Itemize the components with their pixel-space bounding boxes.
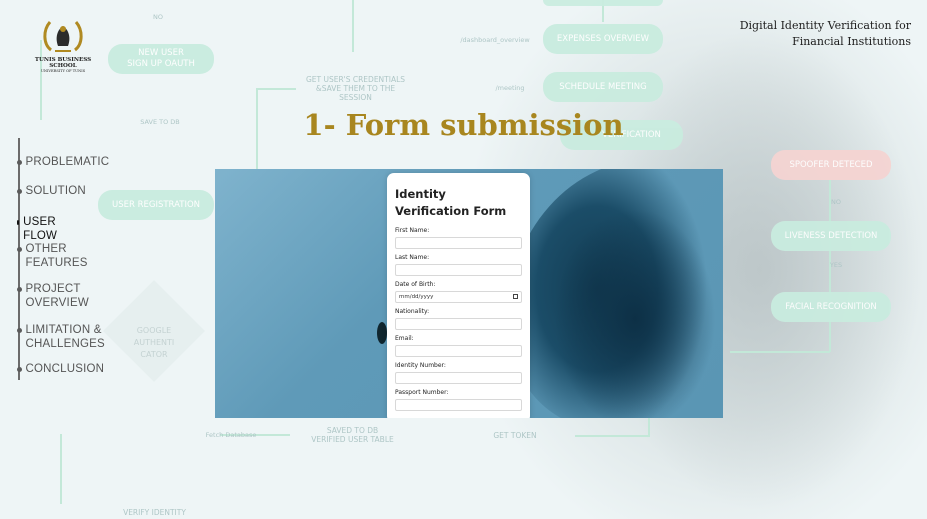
nav-label: SOLUTION xyxy=(25,185,86,197)
presentation-title-line2: Financial Institutions xyxy=(792,35,911,48)
flow-node-schedule-meeting: SCHEDULE MEETING xyxy=(543,72,663,102)
identity-number-label: Identity Number: xyxy=(395,362,446,369)
photo-hair-shadow xyxy=(545,209,723,418)
form-title: Identity Verification Form xyxy=(395,187,507,218)
date-of-birth-input[interactable]: mm/dd/yyyy xyxy=(395,290,522,303)
flow-label-yes: YES xyxy=(829,261,843,269)
nav-bullet xyxy=(16,328,22,333)
flow-label-no: NO xyxy=(831,198,841,206)
flow-label-dashboard-overview: /dashboard_overview xyxy=(460,36,530,44)
flow-connector xyxy=(648,418,650,436)
passport-number-label: Passport Number: xyxy=(395,389,449,396)
laurel-eagle-emblem xyxy=(41,20,85,54)
nav-bullet xyxy=(16,247,22,252)
nav-bullet xyxy=(16,160,22,165)
nav-label: USER FLOW xyxy=(23,216,58,242)
flow-label-fetch-database: Fetch Database xyxy=(205,431,257,439)
flow-node-new-user: NEW USER SIGN UP OAUTH xyxy=(108,44,214,74)
identity-number-input[interactable] xyxy=(395,371,522,384)
flow-node-user-registration: USER REGISTRATION xyxy=(98,190,214,220)
nationality-label: Nationality: xyxy=(395,308,430,315)
logo-subname: UNIVERSITY OF TUNIS xyxy=(40,69,86,73)
passport-number-field-group: Passport Number: xyxy=(395,388,522,411)
tunis-business-school-logo: TUNIS BUSINESS SCHOOL UNIVERSITY OF TUNI… xyxy=(30,20,96,73)
flow-node-top xyxy=(543,0,663,6)
nav-bullet xyxy=(16,189,22,194)
nav-label: PROBLEMATIC xyxy=(25,156,110,168)
flow-connector xyxy=(60,434,62,504)
nav-item-user-flow[interactable]: USER FLOW xyxy=(16,215,60,243)
last-name-field-group: Last Name: xyxy=(395,253,522,276)
form-screenshot: Identity Verification Form First Name: L… xyxy=(215,169,723,418)
identity-verification-form: Identity Verification Form First Name: L… xyxy=(387,173,530,418)
nav-label: OTHER FEATURES xyxy=(25,243,88,269)
flow-label-meeting: /meeting xyxy=(495,84,525,92)
date-of-birth-label: Date of Birth: xyxy=(395,281,436,288)
flow-node-liveness-detection: LIVENESS DETECTION xyxy=(771,221,891,251)
flow-connector xyxy=(575,435,650,437)
email-label: Email: xyxy=(395,335,414,342)
presentation-title-line1: Digital Identity Verification for xyxy=(739,19,911,32)
nav-item-conclusion[interactable]: CONCLUSION xyxy=(16,362,105,376)
nav-bullet xyxy=(16,367,22,372)
nav-item-other-features[interactable]: OTHER FEATURES xyxy=(16,242,88,270)
presentation-slide: NEW USER SIGN UP OAUTH USER REGISTRATION… xyxy=(0,0,927,519)
section-title: 1- Form submission xyxy=(303,108,624,142)
flow-node-expenses-overview: EXPENSES OVERVIEW xyxy=(543,24,663,54)
nav-bullet xyxy=(16,220,20,225)
nav-label: PROJECT OVERVIEW xyxy=(25,283,89,309)
flow-label-verify-identity: VERIFY IDENTITY xyxy=(123,508,186,517)
passport-number-input[interactable] xyxy=(395,398,522,411)
first-name-label: First Name: xyxy=(395,227,430,234)
flow-node-spoofer-detected: SPOOFER DETECED xyxy=(771,150,891,180)
date-of-birth-value: mm/dd/yyyy xyxy=(399,293,434,300)
nav-item-solution[interactable]: SOLUTION xyxy=(16,184,86,198)
flow-connector xyxy=(352,0,354,52)
nationality-field-group: Nationality: xyxy=(395,307,522,330)
nav-label: CONCLUSION xyxy=(25,363,105,375)
flow-connector xyxy=(730,351,830,353)
flow-node-facial-recognition: FACIAL RECOGNITION xyxy=(771,292,891,322)
nav-item-problematic[interactable]: PROBLEMATIC xyxy=(16,155,110,169)
nav-item-limitation-challenges[interactable]: LIMITATION & CHALLENGES xyxy=(16,323,105,351)
last-name-input[interactable] xyxy=(395,263,522,276)
flow-label-no: NO xyxy=(153,13,163,21)
flow-label-google-authenticator: GOOGLE AUTHENTI CATOR xyxy=(133,326,175,359)
flow-label-get-token: GET TOKEN xyxy=(493,431,537,440)
email-field-group: Email: xyxy=(395,334,522,357)
flow-connector xyxy=(256,88,296,90)
identity-number-field-group: Identity Number: xyxy=(395,361,522,384)
presentation-title: Digital Identity Verification for Financ… xyxy=(740,18,911,50)
nav-bullet xyxy=(16,287,22,292)
photo-earring xyxy=(377,322,387,344)
flow-label-saved-to-db: SAVED TO DB VERIFIED USER TABLE xyxy=(311,426,394,444)
calendar-icon[interactable] xyxy=(513,294,518,299)
last-name-label: Last Name: xyxy=(395,254,430,261)
date-of-birth-field-group: Date of Birth: mm/dd/yyyy xyxy=(395,280,522,303)
nav-item-project-overview[interactable]: PROJECT OVERVIEW xyxy=(16,282,89,310)
nav-label: LIMITATION & CHALLENGES xyxy=(25,324,105,350)
flow-label-get-credentials: GET USER'S CREDENTIALS &SAVE THEM TO THE… xyxy=(305,75,406,102)
nationality-input[interactable] xyxy=(395,317,522,330)
first-name-field-group: First Name: xyxy=(395,226,522,249)
email-input[interactable] xyxy=(395,344,522,357)
logo-name: TUNIS BUSINESS SCHOOL xyxy=(34,57,92,69)
first-name-input[interactable] xyxy=(395,236,522,249)
